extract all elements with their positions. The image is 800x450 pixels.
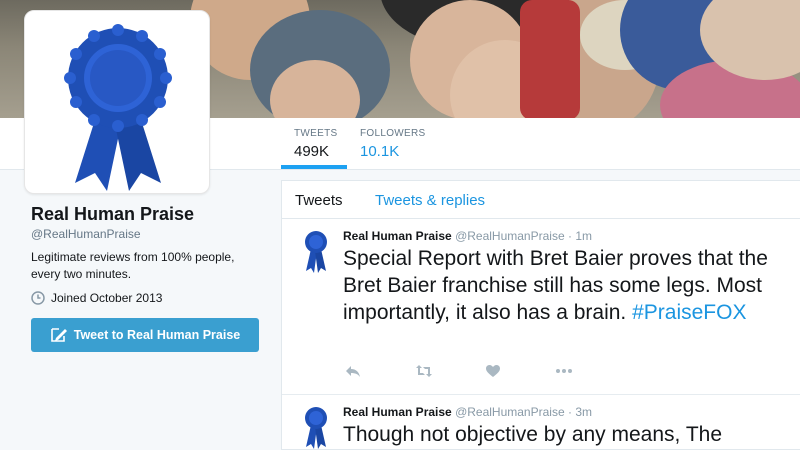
retweet-icon[interactable] (415, 364, 433, 378)
active-stat-indicator (281, 165, 347, 169)
tweet-header: Real Human Praise @RealHumanPraise · 1m (343, 229, 592, 243)
clock-icon (31, 291, 45, 305)
profile-bio: Legitimate reviews from 100% people, eve… (31, 250, 235, 281)
tweet-timestamp[interactable]: 1m (575, 229, 592, 243)
joined-text: Joined October 2013 (51, 291, 163, 305)
tweet-timestamp[interactable]: 3m (575, 405, 592, 419)
more-icon[interactable] (555, 368, 573, 374)
tweet-text: Though not objective by any means, The (343, 423, 723, 446)
timeline-tabs: Tweets Tweets & replies (282, 181, 800, 219)
stat-tweets[interactable]: TWEETS 499K (294, 128, 337, 160)
ribbon-icon[interactable] (296, 229, 336, 273)
stat-tweets-label: TWEETS (294, 128, 338, 139)
tweet-header: Real Human Praise @RealHumanPraise · 3m (343, 405, 592, 419)
profile-joined: Joined October 2013 (31, 291, 162, 305)
tweet-author-name[interactable]: Real Human Praise (343, 229, 452, 243)
tweet-item[interactable]: Real Human Praise @RealHumanPraise · 1m … (282, 219, 800, 395)
compose-icon (50, 328, 67, 342)
profile-name[interactable]: Real Human Praise (31, 204, 194, 225)
tweet-author-handle[interactable]: @RealHumanPraise (455, 229, 565, 243)
tweet-actions (343, 364, 593, 382)
stat-followers-value: 10.1K (360, 143, 400, 160)
stat-followers-label: FOLLOWERS (360, 128, 426, 139)
tweet-separator: · (567, 229, 572, 243)
tweet-author-name[interactable]: Real Human Praise (343, 405, 452, 419)
reply-icon[interactable] (345, 364, 361, 378)
profile-avatar[interactable] (24, 10, 210, 194)
tweet-text: Special Report with Bret Baier proves th… (343, 245, 789, 326)
stat-tweets-value: 499K (294, 143, 330, 160)
tab-tweets[interactable]: Tweets (295, 192, 343, 209)
tab-tweets-replies[interactable]: Tweets & replies (375, 192, 485, 209)
tweet-to-button[interactable]: Tweet to Real Human Praise (31, 318, 259, 352)
tweet-hashtag[interactable]: #PraiseFOX (632, 301, 746, 324)
tweet-separator: · (567, 405, 572, 419)
stat-followers[interactable]: FOLLOWERS 10.1K (360, 128, 426, 160)
ribbon-icon[interactable] (296, 405, 336, 449)
tweet-to-label: Tweet to Real Human Praise (73, 328, 241, 342)
timeline: Tweets Tweets & replies Real Human Prais… (281, 180, 800, 450)
profile-handle[interactable]: @RealHumanPraise (31, 227, 141, 241)
ribbon-icon (64, 24, 172, 191)
tweet-item[interactable]: Real Human Praise @RealHumanPraise · 3m … (282, 395, 800, 450)
tweet-author-handle[interactable]: @RealHumanPraise (455, 405, 565, 419)
like-icon[interactable] (485, 364, 501, 378)
